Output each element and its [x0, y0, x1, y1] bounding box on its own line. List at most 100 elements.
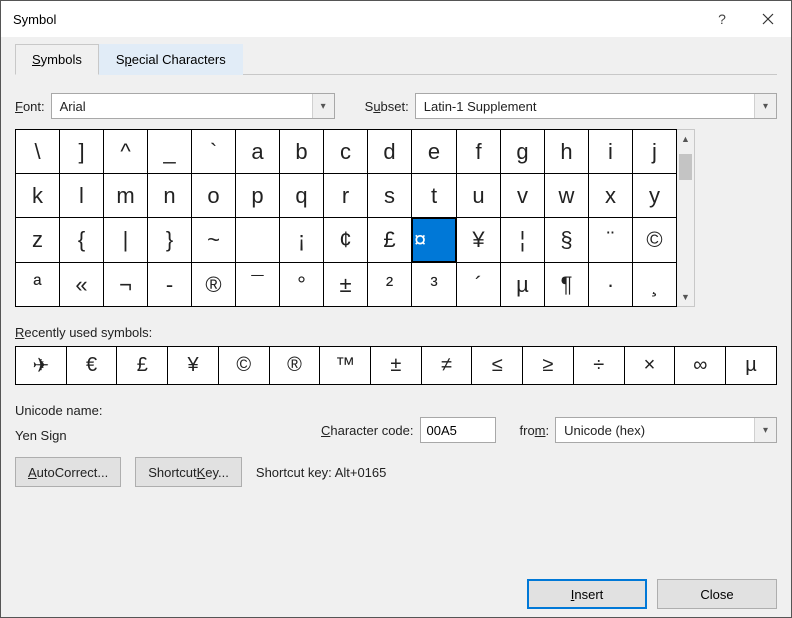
recent-symbol-cell[interactable]: ©: [218, 347, 269, 385]
recent-symbol-cell[interactable]: ✈: [16, 347, 67, 385]
symbol-cell[interactable]: o: [192, 174, 236, 218]
font-select[interactable]: Arial ▾: [51, 93, 335, 119]
symbol-cell[interactable]: \: [16, 130, 60, 174]
symbol-cell[interactable]: [236, 218, 280, 263]
scroll-up-icon[interactable]: ▲: [677, 130, 694, 148]
symbol-cell[interactable]: m: [104, 174, 148, 218]
symbol-cell[interactable]: `: [192, 130, 236, 174]
symbol-cell[interactable]: ®: [192, 263, 236, 307]
symbol-cell[interactable]: y: [633, 174, 677, 218]
symbol-cell[interactable]: f: [457, 130, 501, 174]
symbol-cell[interactable]: ·: [589, 263, 633, 307]
symbol-cell[interactable]: i: [589, 130, 633, 174]
autocorrect-button[interactable]: AutoCorrect...: [15, 457, 121, 487]
symbol-cell[interactable]: w: [545, 174, 589, 218]
recent-symbol-cell[interactable]: ≥: [523, 347, 574, 385]
symbol-cell[interactable]: ¥: [457, 218, 501, 263]
symbol-cell[interactable]: q: [280, 174, 324, 218]
symbol-cell[interactable]: ¯: [236, 263, 280, 307]
recent-symbol-cell[interactable]: ±: [371, 347, 422, 385]
symbol-cell[interactable]: j: [633, 130, 677, 174]
symbol-grid[interactable]: \]^_`abcdefghij klmnopqrstuvwxy z{|}~ ¡¢£¤¥…: [15, 129, 677, 307]
symbol-cell[interactable]: s: [368, 174, 412, 218]
symbol-cell[interactable]: v: [501, 174, 545, 218]
subset-label: Subset:: [365, 99, 409, 114]
shortcut-key-display: Shortcut key: Alt+0165: [256, 465, 386, 480]
symbol-cell[interactable]: ©: [633, 218, 677, 263]
scrollbar-thumb[interactable]: [679, 154, 692, 180]
tab-symbols[interactable]: Symbols: [15, 44, 99, 75]
symbol-cell[interactable]: §: [545, 218, 589, 263]
symbol-cell[interactable]: ²: [368, 263, 412, 307]
symbol-cell[interactable]: ±: [324, 263, 368, 307]
symbol-cell[interactable]: _: [148, 130, 192, 174]
symbol-grid-scrollbar[interactable]: ▲ ▼: [677, 129, 695, 307]
symbol-cell[interactable]: ^: [104, 130, 148, 174]
symbol-cell[interactable]: ¢: [324, 218, 368, 263]
recent-symbol-cell[interactable]: €: [66, 347, 117, 385]
dialog-footer: Insert Close: [1, 571, 791, 617]
symbol-cell[interactable]: £: [368, 218, 412, 263]
symbol-cell[interactable]: ¶: [545, 263, 589, 307]
symbol-cell[interactable]: µ: [501, 263, 545, 307]
scroll-down-icon[interactable]: ▼: [677, 288, 694, 306]
symbol-cell[interactable]: ª: [16, 263, 60, 307]
symbol-cell[interactable]: t: [412, 174, 457, 218]
symbol-cell[interactable]: ¨: [589, 218, 633, 263]
font-value: Arial: [52, 99, 312, 114]
symbol-cell[interactable]: °: [280, 263, 324, 307]
symbol-cell[interactable]: ´: [457, 263, 501, 307]
symbol-cell[interactable]: ]: [60, 130, 104, 174]
symbol-cell[interactable]: ³: [412, 263, 457, 307]
subset-value: Latin-1 Supplement: [416, 99, 754, 114]
symbol-cell[interactable]: c: [324, 130, 368, 174]
symbol-cell[interactable]: {: [60, 218, 104, 263]
symbol-cell[interactable]: ¡: [280, 218, 324, 263]
subset-select[interactable]: Latin-1 Supplement ▾: [415, 93, 777, 119]
symbol-cell[interactable]: ­-: [148, 263, 192, 307]
symbol-cell[interactable]: h: [545, 130, 589, 174]
tab-special-characters[interactable]: Special Characters: [99, 44, 243, 75]
symbol-cell[interactable]: n: [148, 174, 192, 218]
recent-symbol-cell[interactable]: ≤: [472, 347, 523, 385]
symbol-cell[interactable]: a: [236, 130, 280, 174]
symbol-cell[interactable]: l: [60, 174, 104, 218]
symbol-cell[interactable]: ~: [192, 218, 236, 263]
symbol-cell[interactable]: k: [16, 174, 60, 218]
recent-symbol-cell[interactable]: ×: [624, 347, 675, 385]
symbol-cell[interactable]: ¬: [104, 263, 148, 307]
recent-symbol-cell[interactable]: £: [117, 347, 168, 385]
symbol-cell[interactable]: d: [368, 130, 412, 174]
character-code-input[interactable]: [420, 417, 496, 443]
font-label: Font:: [15, 99, 45, 114]
recent-symbol-cell[interactable]: ™: [320, 347, 371, 385]
help-button[interactable]: ?: [699, 1, 745, 37]
symbol-cell[interactable]: ¦: [501, 218, 545, 263]
symbol-cell[interactable]: b: [280, 130, 324, 174]
recent-symbols-grid[interactable]: ✈€£¥©®™±≠≤≥÷×∞µ: [15, 346, 777, 385]
symbol-cell[interactable]: u: [457, 174, 501, 218]
recent-symbol-cell[interactable]: ÷: [573, 347, 624, 385]
insert-button[interactable]: Insert: [527, 579, 647, 609]
dialog-body: Symbols Special Characters Font: Arial ▾…: [1, 37, 791, 571]
symbol-cell[interactable]: p: [236, 174, 280, 218]
symbol-cell[interactable]: r: [324, 174, 368, 218]
recent-symbol-cell[interactable]: ¥: [168, 347, 219, 385]
symbol-cell[interactable]: g: [501, 130, 545, 174]
recent-symbol-cell[interactable]: ∞: [675, 347, 726, 385]
symbol-cell[interactable]: «: [60, 263, 104, 307]
symbol-cell[interactable]: |: [104, 218, 148, 263]
recent-symbol-cell[interactable]: ®: [269, 347, 320, 385]
close-button[interactable]: Close: [657, 579, 777, 609]
from-select[interactable]: Unicode (hex) ▾: [555, 417, 777, 443]
symbol-cell[interactable]: ¸: [633, 263, 677, 307]
symbol-cell[interactable]: }: [148, 218, 192, 263]
symbol-cell[interactable]: z: [16, 218, 60, 263]
shortcut-key-button[interactable]: Shortcut Key...: [135, 457, 242, 487]
close-icon[interactable]: [745, 1, 791, 37]
symbol-cell[interactable]: e: [412, 130, 457, 174]
symbol-cell[interactable]: ¤: [412, 218, 456, 262]
symbol-cell[interactable]: x: [589, 174, 633, 218]
recent-symbol-cell[interactable]: ≠: [421, 347, 472, 385]
recent-symbol-cell[interactable]: µ: [726, 347, 777, 385]
